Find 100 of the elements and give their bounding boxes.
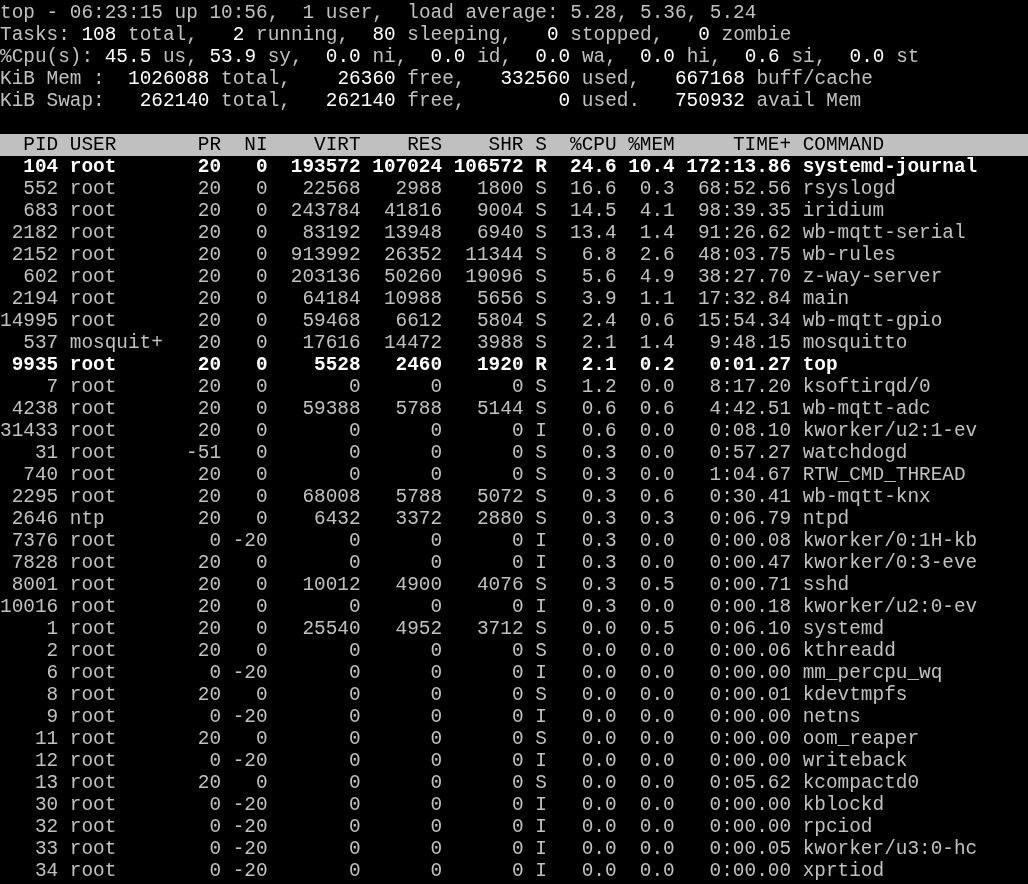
table-cell-text: 34 xyxy=(33,860,59,882)
table-cell-text: 0 xyxy=(348,662,361,684)
table-cell-text: root xyxy=(69,354,118,376)
table-cell-text: 0.0 xyxy=(580,640,617,662)
table-cell-text: 0 xyxy=(254,728,268,750)
table-cell-text: 3988 xyxy=(475,332,524,354)
table-cell-text: 2.6 xyxy=(638,244,675,266)
table-cell-text: 68:52.56 xyxy=(696,178,792,200)
table-cell-text: 0:00.71 xyxy=(708,574,792,596)
table-cell-text: 0.3 xyxy=(638,508,675,530)
table-cell-text: 24.6 xyxy=(569,156,617,178)
table-cell-text: 0 xyxy=(254,420,268,442)
table-cell-text: 20 xyxy=(196,728,222,750)
table-cell-text: 6432 xyxy=(313,508,361,530)
table-cell-text: 68008 xyxy=(301,486,361,508)
table-cell-text: 0.3 xyxy=(638,178,675,200)
table-cell-text: root xyxy=(69,816,118,838)
table-cell-text: 0.6 xyxy=(580,420,617,442)
table-cell-text: 2880 xyxy=(475,508,524,530)
table-cell-text: 8001 xyxy=(10,574,59,596)
table-cell: S xyxy=(535,244,547,266)
table-cell-text: 0 xyxy=(254,596,268,618)
table-cell-text: 3.9 xyxy=(580,288,617,310)
table-cell-text: 0 xyxy=(348,706,361,728)
table-cell-text: 1800 xyxy=(475,178,524,200)
table-cell-text: 0.0 xyxy=(638,706,675,728)
table-cell-text: 0 xyxy=(429,442,443,464)
table-cell-text: 20 xyxy=(196,552,222,574)
table-cell-text: 1920 xyxy=(475,354,524,376)
table-cell-text: 0.0 xyxy=(638,376,675,398)
table-cell-text: 0:05.62 xyxy=(708,772,792,794)
table-cell-text: 0 xyxy=(510,750,524,772)
table-cell: 31433 xyxy=(0,420,59,442)
table-cell: kworker/u3:0-hc xyxy=(802,838,978,860)
table-cell-text: 0 xyxy=(208,816,222,838)
table-cell-text: 0 xyxy=(208,530,222,552)
table-cell-text: 6 xyxy=(45,662,59,684)
table-cell-text: 0 xyxy=(510,530,524,552)
table-cell-text: 9935 xyxy=(10,354,59,376)
table-cell-text: 0:00.00 xyxy=(708,860,792,882)
table-cell-text: 20 xyxy=(196,288,222,310)
table-cell: main xyxy=(802,288,850,310)
table-cell-text: root xyxy=(69,266,118,288)
table-cell-text: 0 xyxy=(510,376,524,398)
table-cell-text: root xyxy=(69,442,118,464)
table-cell-text: 0 xyxy=(510,794,524,816)
table-cell-text: root xyxy=(69,860,118,882)
table-cell-text: root xyxy=(69,552,118,574)
table-cell-text: 0 xyxy=(254,156,268,178)
table-cell: S xyxy=(535,310,547,332)
table-cell-text: 7 xyxy=(45,376,59,398)
table-cell-text: 0 xyxy=(510,860,524,882)
table-cell: mosquit+ xyxy=(69,332,163,354)
table-cell-text: 0 xyxy=(254,684,268,706)
table-cell-text: 91:26.62 xyxy=(696,222,792,244)
table-cell-text: 0.0 xyxy=(580,772,617,794)
table-cell-text: root xyxy=(69,200,118,222)
table-cell-text: 0.3 xyxy=(580,464,617,486)
table-cell-text: 32 xyxy=(33,816,59,838)
table-cell-text: 20 xyxy=(196,222,222,244)
table-cell: S xyxy=(535,772,547,794)
table-cell-text: 193572 xyxy=(289,156,361,178)
table-cell-text: root xyxy=(69,662,118,684)
table-cell: R xyxy=(535,354,547,376)
table-cell-text: 20 xyxy=(196,684,222,706)
table-cell-text: 0.0 xyxy=(638,838,675,860)
table-cell: -20 xyxy=(232,816,268,838)
table-cell-text: 5788 xyxy=(394,398,443,420)
table-cell-text: 0:30.41 xyxy=(708,486,792,508)
table-cell: I xyxy=(535,750,547,772)
table-cell-text: 33 xyxy=(33,838,59,860)
table-cell-text: 0 xyxy=(208,662,222,684)
summary-line: KiB Mem : 1026088 total, 26360 free, 332560 used, 667168 buff/cache xyxy=(0,68,873,90)
table-cell-text: 6.8 xyxy=(580,244,617,266)
table-cell-text: 0.3 xyxy=(580,596,617,618)
table-cell-text: 5788 xyxy=(394,486,443,508)
table-cell-text: root xyxy=(69,728,118,750)
table-cell: S xyxy=(535,442,547,464)
table-cell: rsyslogd xyxy=(802,178,896,200)
table-cell-text: 203136 xyxy=(289,266,361,288)
table-cell-text: 0 xyxy=(254,310,268,332)
table-cell: I xyxy=(535,530,547,552)
table-cell-text: 2 xyxy=(45,640,59,662)
table-cell-text: 0 xyxy=(510,464,524,486)
summary-line: Tasks: 108 total, 2 running, 80 sleeping, 0 stopped, 0 zombie xyxy=(0,24,792,46)
table-cell: -20 xyxy=(232,706,268,728)
table-cell: 106572 xyxy=(453,156,524,178)
table-cell-text: 12 xyxy=(33,750,59,772)
table-cell: S xyxy=(535,200,547,222)
table-cell-text: 0 xyxy=(254,398,268,420)
table-cell: 10016 xyxy=(0,596,59,618)
table-cell-text: 0 xyxy=(510,816,524,838)
table-cell-text: 2460 xyxy=(394,354,443,376)
table-cell-text: 0.3 xyxy=(580,552,617,574)
table-cell-text: 0.0 xyxy=(638,442,675,464)
table-cell-text: 0:00.06 xyxy=(708,640,792,662)
table-cell: sshd xyxy=(802,574,850,596)
table-cell-text: 0.0 xyxy=(580,684,617,706)
table-cell-text: root xyxy=(69,706,118,728)
table-cell-text: 10012 xyxy=(301,574,361,596)
